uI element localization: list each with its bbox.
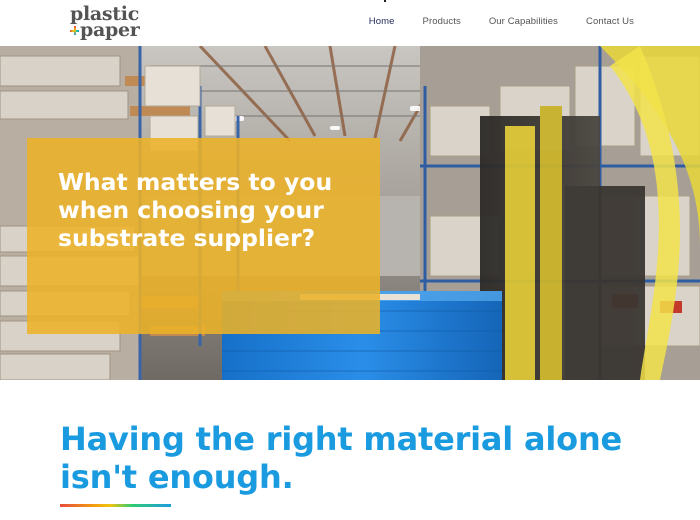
brand-logo[interactable]: plastic paper xyxy=(70,4,150,42)
nav-item-home[interactable]: Home xyxy=(369,16,395,27)
logo-text-line2: paper xyxy=(80,19,140,41)
nav-item-products[interactable]: Products xyxy=(423,16,461,27)
hero-title: What matters to you when choosing your s… xyxy=(58,168,333,252)
hero-callout: What matters to you when choosing your s… xyxy=(27,138,380,334)
section-headline: Having the right material alone isn't en… xyxy=(60,420,623,496)
plus-icon xyxy=(70,26,79,35)
main-nav: Home Products Our Capabilities Contact U… xyxy=(341,16,634,27)
intro-section: Having the right material alone isn't en… xyxy=(0,380,700,520)
divider xyxy=(384,0,386,2)
accent-divider xyxy=(60,504,171,507)
nav-item-contact-us[interactable]: Contact Us xyxy=(586,16,634,27)
hero-banner: What matters to you when choosing your s… xyxy=(0,46,700,380)
nav-item-our-capabilities[interactable]: Our Capabilities xyxy=(489,16,558,27)
site-header: plastic paper Home Products Our Capabili… xyxy=(0,0,700,46)
